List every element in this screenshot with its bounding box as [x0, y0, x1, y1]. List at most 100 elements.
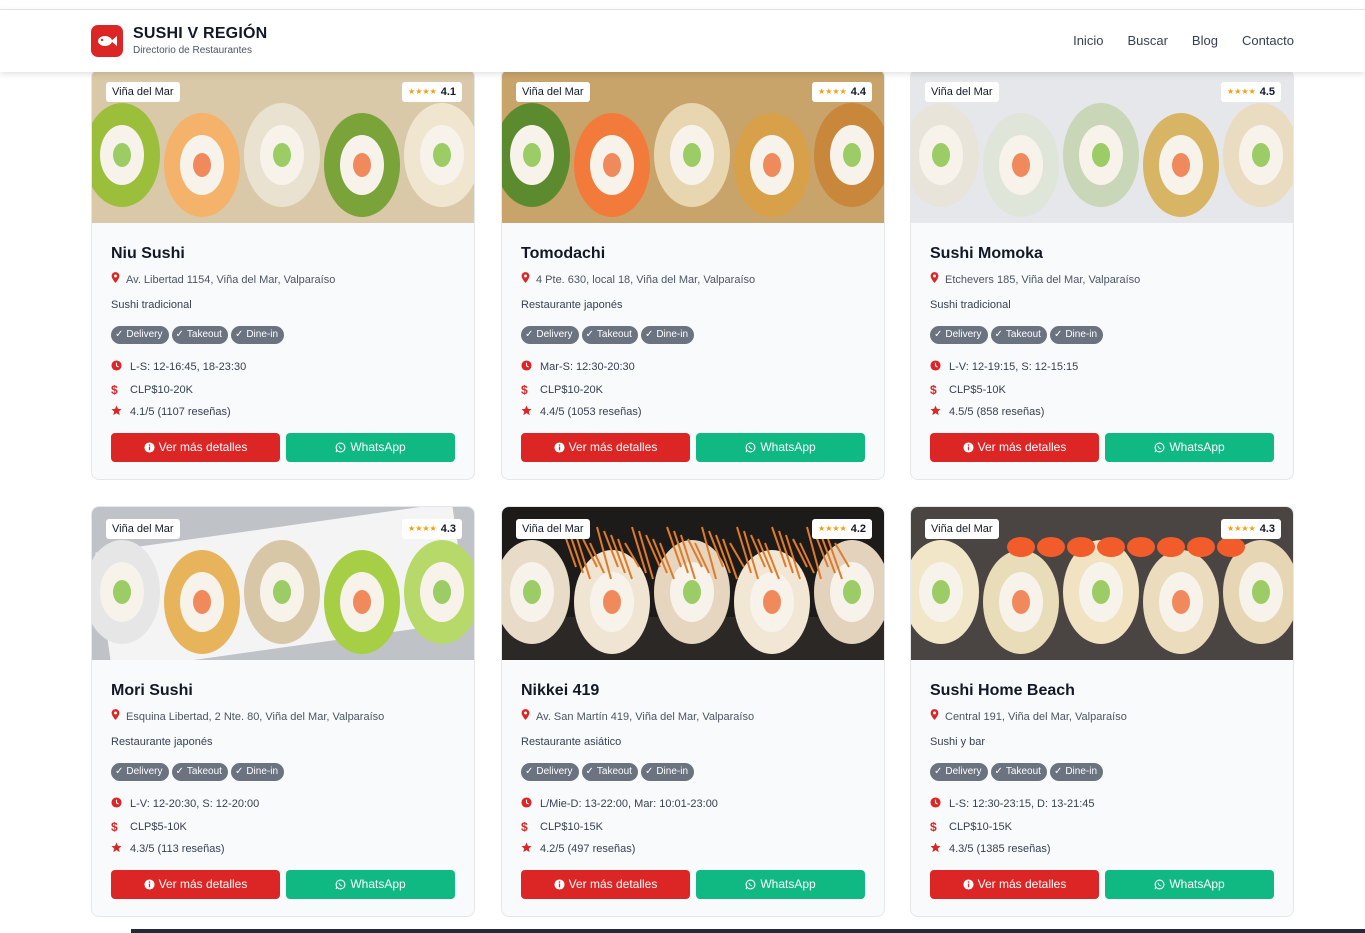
hours-row: L-V: 12-19:15, S: 12-15:15 [930, 356, 1274, 379]
whatsapp-button-label: WhatsApp [1169, 877, 1225, 891]
clock-icon [521, 797, 540, 811]
service-tag: ✓ Delivery [111, 326, 169, 344]
check-icon: ✓ [234, 329, 244, 340]
details-button[interactable]: Ver más detalles [521, 869, 690, 899]
restaurant-address: Av. San Martín 419, Viña del Mar, Valpar… [521, 709, 865, 724]
hours-text: L-S: 12-16:45, 18-23:30 [130, 361, 247, 374]
whatsapp-button[interactable]: WhatsApp [1105, 869, 1274, 899]
details-button-label: Ver más detalles [158, 877, 248, 891]
star-icon [111, 842, 130, 856]
price-text: CLP$10-20K [540, 383, 603, 396]
check-icon: ✓ [585, 329, 594, 340]
restaurant-card: Viña del Mar ★★★★ 4.5 Sushi Momoka Etche… [910, 69, 1294, 480]
nav-link-buscar[interactable]: Buscar [1127, 33, 1167, 49]
check-icon: ✓ [585, 766, 594, 777]
service-tags: ✓ Delivery ✓ Takeout ✓ Dine-in [521, 763, 865, 781]
address-text: Av. Libertad 1154, Viña del Mar, Valpara… [126, 273, 336, 286]
info-icon [963, 878, 974, 890]
tag-label: Dine-in [1065, 329, 1098, 340]
whatsapp-button[interactable]: WhatsApp [286, 432, 455, 462]
service-tag: ✓ Takeout [581, 763, 638, 781]
details-button[interactable]: Ver más detalles [521, 432, 690, 462]
restaurant-info: L-S: 12-16:45, 18-23:30 $ CLP$10-20K 4.1/… [111, 356, 455, 424]
price-row: $ CLP$10-20K [521, 379, 865, 402]
star-icon [111, 405, 130, 419]
info-icon [963, 441, 974, 453]
brand[interactable]: SUSHI V REGIÓN Directorio de Restaurante… [91, 25, 267, 57]
rating-badge: ★★★★ 4.5 [1221, 82, 1281, 102]
nav-link-contacto[interactable]: Contacto [1242, 33, 1294, 49]
whatsapp-icon [335, 442, 346, 453]
price-text: CLP$5-10K [949, 383, 1006, 396]
restaurant-category: Restaurante asiático [521, 736, 622, 748]
clock-icon [111, 360, 130, 374]
dollar-icon: $ [111, 819, 118, 834]
hours-row: L-S: 12:30-23:15, D: 13-21:45 [930, 793, 1274, 816]
check-icon: ✓ [644, 329, 654, 340]
card-actions: Ver más detalles WhatsApp [521, 432, 865, 462]
restaurant-photo[interactable]: Viña del Mar ★★★★ 4.3 [92, 507, 474, 660]
tag-label: Dine-in [656, 329, 689, 340]
restaurant-category: Sushi y bar [930, 736, 986, 748]
whatsapp-button[interactable]: WhatsApp [696, 432, 865, 462]
hours-row: Mar-S: 12:30-20:30 [521, 356, 865, 379]
check-icon: ✓ [175, 766, 184, 777]
restaurant-card: Viña del Mar ★★★★ 4.1 Niu Sushi Av. Libe… [91, 69, 475, 480]
service-tag: ✓ Delivery [111, 763, 169, 781]
restaurant-address: Esquina Libertad, 2 Nte. 80, Viña del Ma… [111, 709, 455, 724]
details-button[interactable]: Ver más detalles [930, 869, 1099, 899]
nav-link-blog[interactable]: Blog [1192, 33, 1218, 49]
star-icon [521, 842, 540, 856]
rating-badge: ★★★★ 4.2 [812, 519, 872, 539]
restaurant-name: Niu Sushi [111, 245, 185, 262]
details-button[interactable]: Ver más detalles [930, 432, 1099, 462]
location-badge: Viña del Mar [106, 82, 180, 102]
star-icon [930, 842, 949, 856]
rating-value: 4.1 [440, 86, 456, 98]
check-icon: ✓ [525, 329, 534, 340]
nav-link-inicio[interactable]: Inicio [1073, 33, 1103, 49]
restaurant-info: Mar-S: 12:30-20:30 $ CLP$10-20K 4.4/5 (10… [521, 356, 865, 424]
card-actions: Ver más detalles WhatsApp [930, 432, 1274, 462]
price-row: $ CLP$5-10K [930, 379, 1274, 402]
star-icon [930, 405, 949, 419]
restaurant-photo[interactable]: Viña del Mar ★★★★ 4.2 [502, 507, 884, 660]
whatsapp-icon [335, 879, 346, 890]
rating-value: 4.5 [1259, 86, 1275, 98]
rating-stars-icon: ★★★★ [408, 87, 437, 96]
address-text: Av. San Martín 419, Viña del Mar, Valpar… [536, 710, 755, 723]
tag-label: Dine-in [246, 766, 279, 777]
map-pin-icon [521, 709, 530, 724]
info-icon [554, 441, 565, 453]
restaurant-photo[interactable]: Viña del Mar ★★★★ 4.4 [502, 70, 884, 223]
service-tag: ✓ Takeout [990, 326, 1047, 344]
hours-text: L-V: 12-19:15, S: 12-15:15 [949, 361, 1079, 374]
price-text: CLP$5-10K [130, 820, 187, 833]
star-icon [521, 405, 540, 419]
restaurant-name: Sushi Home Beach [930, 682, 1075, 699]
restaurant-name: Mori Sushi [111, 682, 193, 699]
dollar-icon: $ [521, 819, 528, 834]
clock-icon [521, 360, 540, 374]
details-button[interactable]: Ver más detalles [111, 869, 280, 899]
restaurant-photo[interactable]: Viña del Mar ★★★★ 4.1 [92, 70, 474, 223]
rating-value: 4.2 [850, 523, 866, 535]
whatsapp-button-label: WhatsApp [760, 877, 816, 891]
hours-row: L/Mie-D: 13-22:00, Mar: 10:01-23:00 [521, 793, 865, 816]
service-tags: ✓ Delivery ✓ Takeout ✓ Dine-in [111, 326, 455, 344]
price-text: CLP$10-20K [130, 383, 193, 396]
dollar-icon: $ [930, 382, 937, 397]
restaurant-address: Av. Libertad 1154, Viña del Mar, Valpara… [111, 272, 455, 287]
reviews-row: 4.1/5 (1107 reseñas) [111, 401, 455, 424]
site-header: SUSHI V REGIÓN Directorio de Restaurante… [0, 10, 1365, 72]
restaurant-photo[interactable]: Viña del Mar ★★★★ 4.5 [911, 70, 1293, 223]
restaurant-photo[interactable]: Viña del Mar ★★★★ 4.3 [911, 507, 1293, 660]
whatsapp-button[interactable]: WhatsApp [1105, 432, 1274, 462]
whatsapp-icon [745, 879, 756, 890]
restaurant-name: Sushi Momoka [930, 245, 1043, 262]
info-icon [144, 878, 155, 890]
details-button[interactable]: Ver más detalles [111, 432, 280, 462]
whatsapp-button[interactable]: WhatsApp [696, 869, 865, 899]
tag-label: Takeout [1005, 766, 1041, 777]
whatsapp-button[interactable]: WhatsApp [286, 869, 455, 899]
